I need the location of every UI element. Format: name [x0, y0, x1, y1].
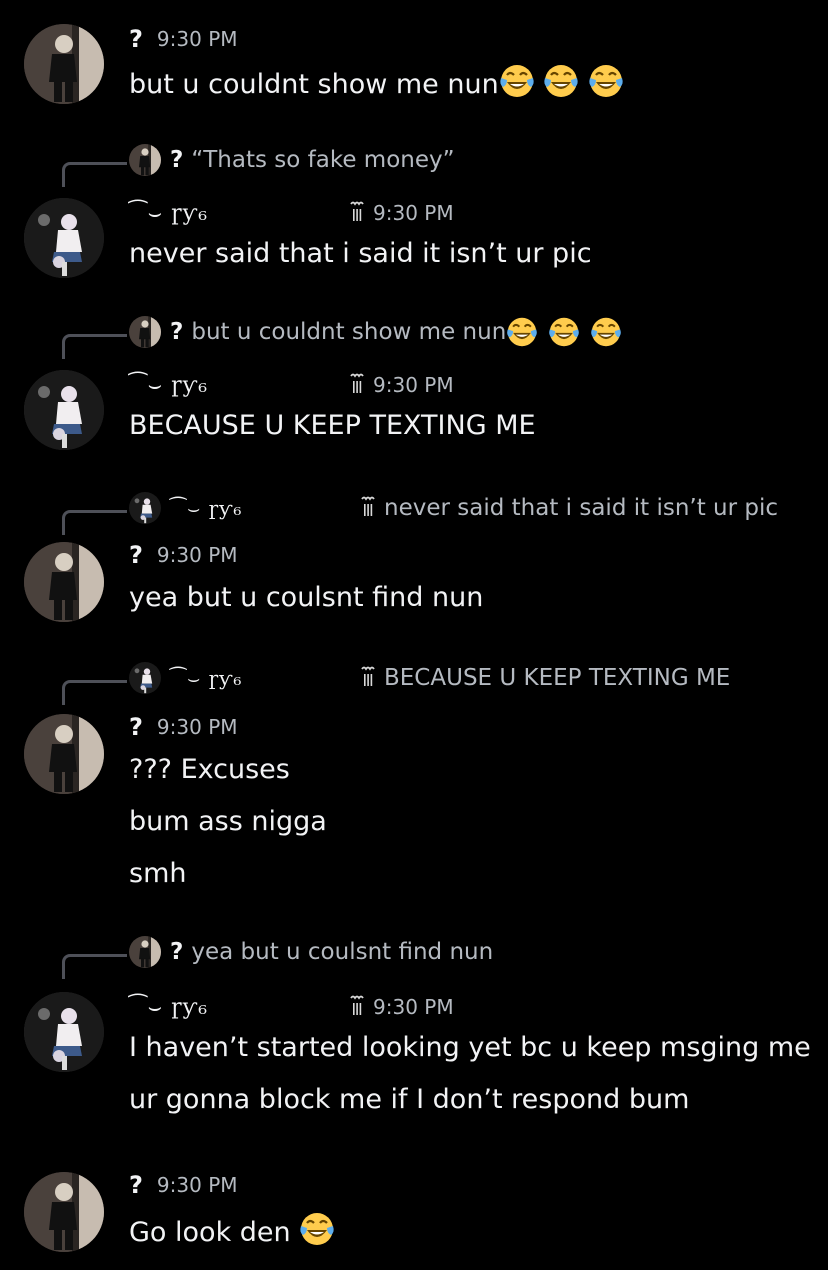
avatar[interactable] — [24, 714, 104, 794]
reply-avatar — [129, 662, 161, 694]
reply-author: ⁀⌣ ɼƴ₆ — [170, 666, 243, 690]
message-text: ??? Excuses — [129, 754, 290, 785]
author-name[interactable]: ⁀⌣ ɼƴ₆ — [129, 373, 349, 398]
author-name[interactable]: ? — [129, 713, 143, 741]
author-name[interactable]: ? — [129, 541, 143, 569]
avatar[interactable] — [24, 1172, 104, 1252]
author-name[interactable]: ⁀⌣ ɼƴ₆ — [129, 995, 349, 1020]
reply-preview[interactable]: ⁀⌣ ɼƴ₆ never said that i said it isn’t ur… — [0, 492, 828, 535]
reply-author: ? — [170, 319, 184, 345]
reply-connector — [62, 954, 127, 979]
reply-avatar — [129, 144, 161, 176]
laugh-emoji-icon — [543, 63, 579, 99]
reply-author: ? — [170, 147, 184, 173]
crown-badge-icon — [360, 496, 376, 520]
timestamp: 9:30 PM — [373, 373, 454, 397]
reply-avatar — [129, 316, 161, 348]
reply-connector — [62, 162, 127, 187]
author-name[interactable]: ? — [129, 1171, 143, 1199]
reply-text: “Thats so fake money” — [191, 147, 455, 173]
reply-connector — [62, 510, 127, 535]
reply-preview[interactable]: ⁀⌣ ɼƴ₆ BECAUSE U KEEP TEXTING ME — [0, 662, 828, 705]
avatar[interactable] — [24, 542, 104, 622]
author-name[interactable]: ? — [129, 25, 143, 53]
reply-connector — [62, 680, 127, 705]
laugh-emoji-icon — [588, 63, 624, 99]
timestamp: 9:30 PM — [156, 27, 238, 51]
message-text: Go look den — [129, 1211, 335, 1250]
author-name[interactable]: ⁀⌣ ɼƴ₆ — [129, 201, 349, 226]
reply-author: ⁀⌣ ɼƴ₆ — [170, 496, 243, 520]
message-text: BECAUSE U KEEP TEXTING ME — [129, 410, 536, 441]
avatar[interactable] — [24, 370, 104, 450]
laugh-emoji-icon — [499, 63, 535, 99]
message-text: ur gonna block me if I don’t respond bum — [129, 1084, 690, 1115]
reply-author: ? — [170, 939, 184, 965]
reply-connector — [62, 334, 127, 359]
message-text: never said that i said it isn’t ur pic — [129, 238, 592, 269]
reply-text: yea but u coulsnt find nun — [191, 939, 494, 965]
reply-text: never said that i said it isn’t ur pic — [384, 495, 779, 521]
reply-text: BECAUSE U KEEP TEXTING ME — [384, 665, 731, 691]
reply-avatar — [129, 492, 161, 524]
laugh-emoji-icon — [506, 316, 538, 348]
message-text: but u couldnt show me nun — [129, 63, 624, 102]
timestamp: 9:30 PM — [373, 201, 454, 225]
reply-avatar — [129, 936, 161, 968]
crown-badge-icon — [349, 201, 365, 225]
crown-badge-icon — [349, 995, 365, 1019]
message-text: I haven’t started looking yet bc u keep … — [129, 1032, 811, 1063]
reply-preview[interactable]: ? but u couldnt show me nun — [0, 316, 828, 359]
timestamp: 9:30 PM — [156, 715, 238, 739]
reply-preview[interactable]: ? “Thats so fake money” — [0, 144, 828, 187]
avatar[interactable] — [24, 24, 104, 104]
laugh-emoji-icon — [590, 316, 622, 348]
message-text: bum ass nigga — [129, 806, 327, 837]
crown-badge-icon — [349, 373, 365, 397]
timestamp: 9:30 PM — [156, 1173, 238, 1197]
timestamp: 9:30 PM — [156, 543, 238, 567]
avatar[interactable] — [24, 992, 104, 1072]
avatar[interactable] — [24, 198, 104, 278]
laugh-emoji-icon — [299, 1211, 335, 1247]
message-text: smh — [129, 858, 187, 889]
timestamp: 9:30 PM — [373, 995, 454, 1019]
crown-badge-icon — [360, 666, 376, 690]
reply-preview[interactable]: ? yea but u coulsnt find nun — [0, 936, 828, 979]
laugh-emoji-icon — [548, 316, 580, 348]
reply-text: but u couldnt show me nun — [191, 319, 507, 345]
message-text: yea but u coulsnt find nun — [129, 582, 484, 613]
